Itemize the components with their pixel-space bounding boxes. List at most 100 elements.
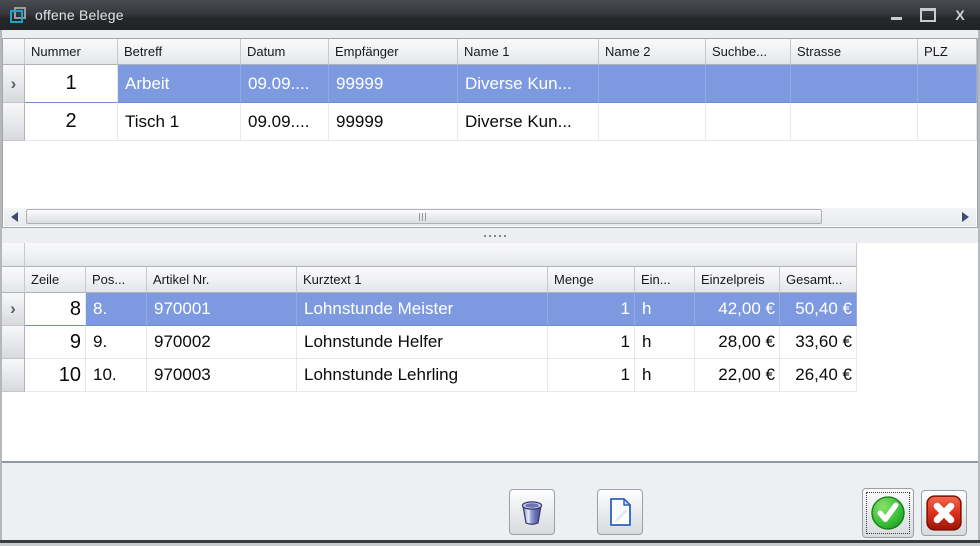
cell-name1[interactable]: Diverse Kun... (458, 65, 599, 103)
column-header-menge[interactable]: Menge (548, 267, 635, 293)
cell-kurztext[interactable]: Lohnstunde Meister (297, 293, 548, 326)
cell-gesamt[interactable]: 50,40 € (780, 293, 857, 326)
cell-pos[interactable]: 10. (86, 359, 147, 392)
positions-grid-header-row: Zeile Pos... Artikel Nr. Kurztext 1 Meng… (2, 267, 857, 293)
row-indicator: › (3, 65, 25, 103)
cell-einzelpreis[interactable]: 28,00 € (695, 326, 780, 359)
documents-grid: Nummer Betreff Datum Empfänger Name 1 Na… (2, 38, 978, 228)
window-title: offene Belege (35, 7, 124, 23)
column-header-name1[interactable]: Name 1 (458, 39, 599, 65)
delete-button[interactable] (509, 489, 555, 535)
cell-name2[interactable] (599, 103, 706, 141)
row-indicator (2, 359, 25, 392)
cell-suchbegriff[interactable] (706, 103, 791, 141)
cell-strasse[interactable] (791, 103, 918, 141)
column-header-datum[interactable]: Datum (241, 39, 329, 65)
column-header-artikelnr[interactable]: Artikel Nr. (147, 267, 297, 293)
titlebar[interactable]: offene Belege X (0, 0, 980, 30)
cell-zeile[interactable]: 10 (25, 359, 86, 392)
new-document-icon (604, 496, 636, 528)
cell-pos[interactable]: 9. (86, 326, 147, 359)
cell-kurztext[interactable]: Lohnstunde Lehrling (297, 359, 548, 392)
cell-menge[interactable]: 1 (548, 359, 635, 392)
column-header-einheit[interactable]: Ein... (635, 267, 695, 293)
cell-betreff[interactable]: Tisch 1 (118, 103, 241, 141)
cell-artikelnr[interactable]: 970003 (147, 359, 297, 392)
app-icon (10, 7, 26, 23)
window-controls: X (888, 0, 968, 30)
cell-name2[interactable] (599, 65, 706, 103)
scroll-right-icon[interactable] (962, 212, 969, 222)
new-document-button[interactable] (597, 489, 643, 535)
cell-betreff[interactable]: Arbeit (118, 65, 241, 103)
table-row[interactable]: 10 10. 970003 Lohnstunde Lehrling 1 h 22… (2, 359, 857, 392)
column-header-suchbegriff[interactable]: Suchbe... (706, 39, 791, 65)
app-icon-front-square (10, 10, 23, 23)
red-x-icon (925, 494, 963, 532)
band-header-cell (25, 243, 857, 267)
cell-zeile[interactable]: 8 (25, 293, 86, 326)
splitter-handle[interactable] (2, 228, 978, 243)
maximize-button[interactable] (920, 7, 936, 23)
minimize-button[interactable] (888, 7, 904, 23)
positions-grid-area: Zeile Pos... Artikel Nr. Kurztext 1 Meng… (2, 243, 978, 461)
table-row[interactable]: › 8 8. 970001 Lohnstunde Meister 1 h 42,… (2, 293, 857, 326)
cell-einheit[interactable]: h (635, 326, 695, 359)
cell-nummer[interactable]: 2 (25, 103, 118, 141)
close-button[interactable]: X (952, 7, 968, 23)
positions-grid-band-row (2, 243, 857, 267)
column-header-plz[interactable]: PLZ (918, 39, 977, 65)
cell-einzelpreis[interactable]: 42,00 € (695, 293, 780, 326)
scrollbar-thumb[interactable] (26, 209, 822, 224)
cell-datum[interactable]: 09.09.... (241, 65, 329, 103)
cell-einzelpreis[interactable]: 22,00 € (695, 359, 780, 392)
cell-plz[interactable] (918, 103, 977, 141)
cell-strasse[interactable] (791, 65, 918, 103)
indicator-header-cell (2, 267, 25, 293)
cell-menge[interactable]: 1 (548, 326, 635, 359)
table-row[interactable]: 2 Tisch 1 09.09.... 99999 Diverse Kun... (3, 103, 977, 141)
cell-artikelnr[interactable]: 970002 (147, 326, 297, 359)
cell-einheit[interactable]: h (635, 293, 695, 326)
splitter-grip-icon (484, 235, 486, 237)
row-indicator: › (2, 293, 25, 326)
table-row[interactable]: 9 9. 970002 Lohnstunde Helfer 1 h 28,00 … (2, 326, 857, 359)
column-header-einzelpreis[interactable]: Einzelpreis (695, 267, 780, 293)
cell-datum[interactable]: 09.09.... (241, 103, 329, 141)
column-header-betreff[interactable]: Betreff (118, 39, 241, 65)
cell-nummer[interactable]: 1 (25, 65, 118, 103)
indicator-header-cell (3, 39, 25, 65)
cell-empfaenger[interactable]: 99999 (329, 103, 458, 141)
cell-menge[interactable]: 1 (548, 293, 635, 326)
scroll-left-icon[interactable] (11, 212, 18, 222)
column-header-strasse[interactable]: Strasse (791, 39, 918, 65)
column-header-zeile[interactable]: Zeile (25, 267, 86, 293)
minimize-icon (891, 17, 902, 20)
cell-artikelnr[interactable]: 970001 (147, 293, 297, 326)
column-header-pos[interactable]: Pos... (86, 267, 147, 293)
confirm-button[interactable] (862, 488, 914, 538)
cell-gesamt[interactable]: 33,60 € (780, 326, 857, 359)
cell-suchbegriff[interactable] (706, 65, 791, 103)
window-border-left (0, 30, 2, 546)
column-header-nummer[interactable]: Nummer (25, 39, 118, 65)
column-header-empfaenger[interactable]: Empfänger (329, 39, 458, 65)
cell-name1[interactable]: Diverse Kun... (458, 103, 599, 141)
column-header-kurztext[interactable]: Kurztext 1 (297, 267, 548, 293)
column-header-gesamt[interactable]: Gesamt... (780, 267, 857, 293)
cell-gesamt[interactable]: 26,40 € (780, 359, 857, 392)
footer-toolbar (2, 461, 978, 540)
cancel-button[interactable] (921, 490, 967, 536)
horizontal-scrollbar[interactable] (4, 208, 976, 226)
row-indicator (2, 326, 25, 359)
cell-zeile[interactable]: 9 (25, 326, 86, 359)
cell-einheit[interactable]: h (635, 359, 695, 392)
cell-pos[interactable]: 8. (86, 293, 147, 326)
cell-plz[interactable] (918, 65, 977, 103)
column-header-name2[interactable]: Name 2 (599, 39, 706, 65)
trash-icon (516, 496, 548, 528)
row-indicator (3, 103, 25, 141)
cell-kurztext[interactable]: Lohnstunde Helfer (297, 326, 548, 359)
cell-empfaenger[interactable]: 99999 (329, 65, 458, 103)
table-row[interactable]: › 1 Arbeit 09.09.... 99999 Diverse Kun..… (3, 65, 977, 103)
